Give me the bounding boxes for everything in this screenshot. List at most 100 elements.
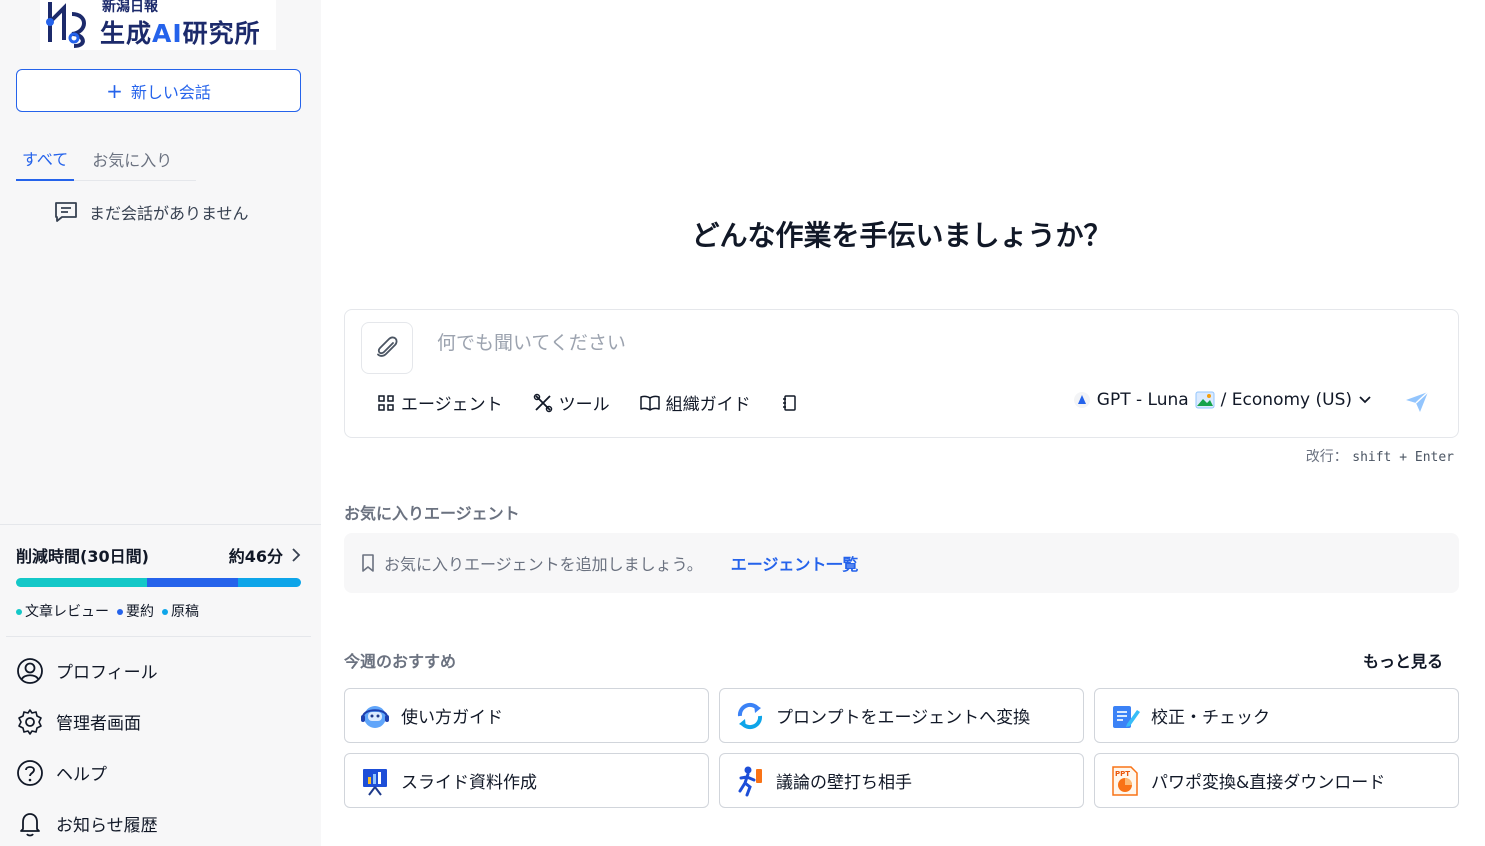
new-chat-button[interactable]: + 新しい会話 [16,69,301,112]
model-name: GPT - Luna [1096,390,1189,410]
savings-legend-label: 原稿 [171,604,199,620]
recommend-card-ppt-download[interactable]: PPT パワポ変換&直接ダウンロード [1094,753,1459,808]
presentation-chart-icon [363,768,387,796]
savings-legend-label: 要約 [126,604,154,620]
favorites-empty-box: お気に入りエージェントを追加しましょう。 エージェント一覧 [344,533,1459,593]
robot-headset-icon [361,705,389,728]
notebook-button[interactable] [781,394,799,412]
bell-icon [20,812,40,836]
recommend-card-label: プロンプトをエージェントへ変換 [776,708,1031,728]
time-savings-bar [16,578,301,587]
chevron-right-icon [292,548,301,562]
tools-button[interactable]: ツール [533,390,610,415]
agent-button[interactable]: エージェント [377,390,503,415]
app-window: 新潟日報 生成AI研究所 + 新しい会話 すべて お気に入り まだ会話がありませ… [0,0,1485,846]
sidebar: 新潟日報 生成AI研究所 + 新しい会話 すべて お気に入り まだ会話がありませ… [0,0,321,846]
menu-item-profile-label: プロフィール [56,663,158,683]
menu-item-notifications-label: お知らせ履歴 [56,816,158,836]
agent-button-label: エージェント [401,395,503,415]
newline-hint: 改行： shift + Enter [1306,446,1454,466]
recommend-card-label: スライド資料作成 [401,773,537,793]
menu-item-admin[interactable]: 管理者画面 [16,696,158,747]
empty-conversations: まだ会話がありません [53,200,249,224]
chevron-down-icon [1359,396,1371,404]
savings-legend-item: 要約 [117,601,154,621]
paperclip-icon [377,336,398,357]
savings-legend-item: 原稿 [162,601,199,621]
recommend-card-discussion[interactable]: 議論の壁打ち相手 [719,753,1084,808]
conversation-tabs: すべて お気に入り [16,136,196,181]
refresh-arrows-icon [737,702,763,729]
new-chat-label: 新しい会話 [130,82,211,102]
sidebar-menu: プロフィール 管理者画面 ヘルプ お知らせ履歴 [16,645,158,846]
brand-mark-icon [46,2,86,48]
model-tier: / Economy (US) [1220,390,1352,410]
send-button[interactable] [1404,390,1430,418]
gear-icon [18,708,42,735]
menu-item-help-label: ヘルプ [56,765,107,785]
azure-logo-icon [1073,392,1090,408]
user-circle-icon [17,657,43,684]
savings-bar-segment [16,578,148,587]
savings-bar-segment [238,578,301,587]
legend-dot-icon [16,609,22,615]
newline-hint-label: 改行： [1305,449,1348,465]
tab-all[interactable]: すべて [16,136,75,181]
see-more-link[interactable]: もっと見る [1363,648,1443,672]
recommend-card-proofread[interactable]: 校正・チェック [1094,688,1459,743]
agent-list-link[interactable]: エージェント一覧 [731,551,859,575]
send-icon [1406,391,1429,412]
tab-favorites[interactable]: お気に入り [84,136,180,181]
menu-item-help[interactable]: ヘルプ [16,747,158,798]
recommend-section-title: 今週のおすすめ [344,652,457,671]
svg-text:PPT: PPT [1115,770,1130,778]
model-selector[interactable]: GPT - Luna / Economy (US) [1073,390,1372,410]
recommend-card-label: 使い方ガイド [401,708,503,728]
newline-hint-keys: shift + Enter [1352,450,1454,465]
menu-item-admin-label: 管理者画面 [56,714,141,734]
sidebar-divider [6,636,311,637]
brand-name: 生成AI研究所 [100,19,261,48]
recommend-card-label: パワポ変換&直接ダウンロード [1151,773,1386,793]
org-guide-button[interactable]: 組織ガイド [639,390,751,415]
time-savings-value: 約46分 [228,547,283,566]
recommend-card-guide[interactable]: 使い方ガイド [344,688,709,743]
prompt-input[interactable] [437,332,1337,354]
chat-bubble-icon [55,202,77,222]
menu-item-profile[interactable]: プロフィール [16,645,158,696]
recommend-grid: 使い方ガイド プロンプトをエージェントへ変換 校正・チェック スライド資料作成 … [344,688,1459,808]
grid-icon [378,394,394,411]
page-title: どんな作業を手伝いましょうか？ [691,219,1112,252]
favorites-empty-text: お気に入りエージェントを追加しましょう。 [384,555,703,574]
legend-dot-icon [117,609,123,615]
bookmark-icon [362,554,374,572]
time-savings-panel: 削減時間(30日間) 約46分 文章レビュー 要約 原稿 [0,524,321,620]
time-savings-title: 削減時間(30日間) [16,547,149,566]
recommend-card-slides[interactable]: スライド資料作成 [344,753,709,808]
tools-icon [533,393,552,412]
plus-icon: + [106,78,123,103]
question-circle-icon [17,759,43,786]
legend-dot-icon [162,609,168,615]
chat-composer: エージェント ツール 組織ガイド [344,309,1459,438]
image-icon [1195,391,1215,409]
time-savings-legend: 文章レビュー 要約 原稿 [16,601,199,621]
menu-item-notifications[interactable]: お知らせ履歴 [16,798,158,846]
attach-button[interactable] [361,322,413,374]
savings-legend-item: 文章レビュー [16,601,109,621]
recommend-card-label: 議論の壁打ち相手 [776,773,912,793]
empty-conversations-text: まだ会話がありません [89,204,249,223]
favorites-section-title: お気に入りエージェント [344,504,520,523]
time-savings-header[interactable]: 削減時間(30日間) 約46分 [16,543,301,567]
notebook-icon [782,394,796,411]
org-guide-button-label: 組織ガイド [665,395,751,415]
open-book-icon [639,395,660,411]
running-person-icon [738,766,762,796]
brand-logo[interactable]: 新潟日報 生成AI研究所 [40,0,276,50]
document-pen-icon [1113,705,1140,728]
savings-legend-label: 文章レビュー [25,604,109,620]
recommend-card-prompt-convert[interactable]: プロンプトをエージェントへ変換 [719,688,1084,743]
savings-bar-segment [147,578,239,587]
composer-tools: エージェント ツール 組織ガイド [377,390,799,415]
tools-button-label: ツール [558,395,610,415]
